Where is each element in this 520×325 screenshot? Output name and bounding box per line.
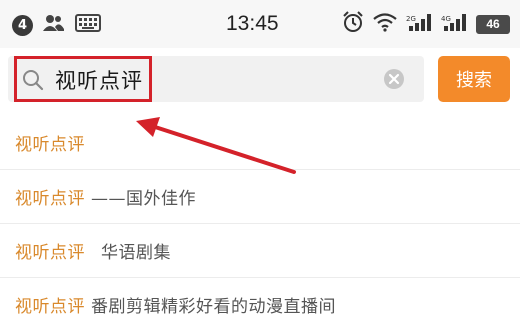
status-time: 13:45 [226,12,279,35]
suggestion-rest: 华语剧集 [101,243,171,263]
svg-text:4G: 4G [441,15,451,23]
status-bar-right: 2G 4G 46 [342,11,510,37]
annotation-highlight-box [14,56,152,102]
alarm-icon [342,11,364,37]
suggestion-item[interactable]: 视听点评 番剧剪辑精彩好看的动漫直播间 [0,278,520,325]
search-input[interactable]: 视听点评 [8,56,424,102]
search-button[interactable]: 搜索 [438,56,510,102]
signal-icon: 2G [406,12,432,36]
suggestion-item[interactable]: 视听点评 华语剧集 [0,224,520,278]
suggestion-keyword: 视听点评 [15,135,85,155]
suggestion-list: 视听点评 视听点评 ——国外佳作 视听点评 华语剧集 视听点评 番剧剪辑精彩好看… [0,116,520,325]
keyboard-icon [75,14,101,36]
svg-text:2G: 2G [406,15,416,23]
status-bar-left: 4 [12,14,101,36]
signal-icon: 4G [441,12,467,36]
wifi-icon [373,12,397,36]
notification-badge: 4 [12,14,33,36]
suggestion-keyword: 视听点评 [15,189,85,209]
search-screen: 4 13:45 2G 4G 46 视听点评 搜索 视听点评 视听点评 ——国外佳… [0,0,520,325]
search-bar: 视听点评 搜索 [0,48,520,112]
suggestion-item[interactable]: 视听点评 ——国外佳作 [0,170,520,224]
suggestion-rest: 番剧剪辑精彩好看的动漫直播间 [91,297,336,317]
suggestion-item[interactable]: 视听点评 [0,116,520,170]
contacts-icon [43,14,65,36]
clear-icon[interactable] [382,67,406,91]
battery-icon: 46 [476,14,510,34]
status-bar: 4 13:45 2G 4G 46 [0,0,520,48]
suggestion-keyword: 视听点评 [15,297,85,317]
suggestion-keyword: 视听点评 [15,243,85,263]
suggestion-rest: ——国外佳作 [91,189,196,209]
